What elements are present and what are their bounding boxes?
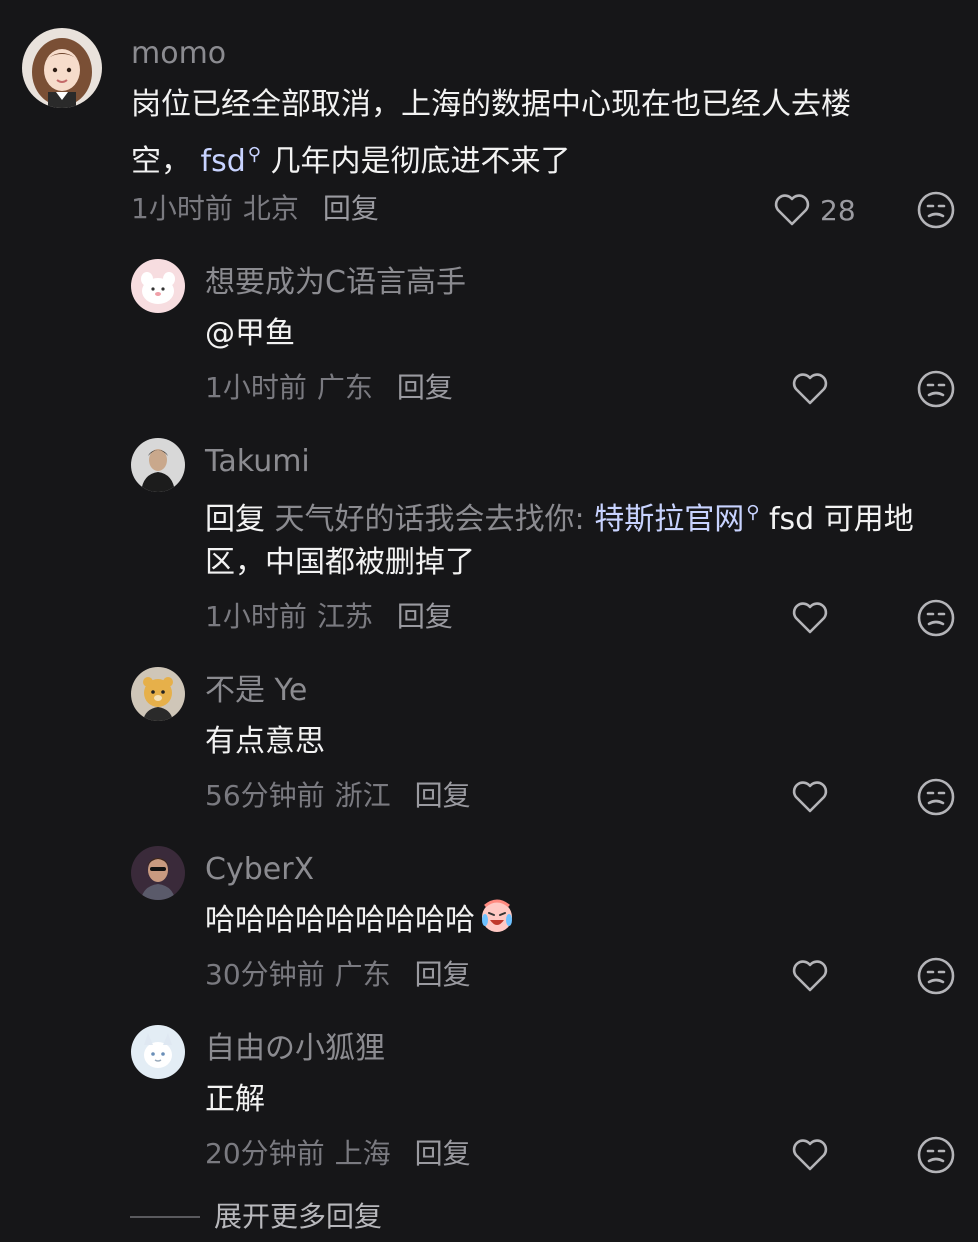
reply-button[interactable]: 回复 <box>415 1137 471 1170</box>
heart-outline-icon <box>792 373 828 405</box>
comment-text-prefix: 空， <box>131 144 191 179</box>
location: 浙江 <box>334 779 391 812</box>
username[interactable]: momo <box>131 34 226 74</box>
timestamp: 1小时前 <box>205 371 307 404</box>
divider-line <box>130 1216 200 1218</box>
fsd-link[interactable]: fsd ⚲ <box>201 144 261 179</box>
timestamp: 30分钟前 <box>205 958 325 991</box>
avatar[interactable] <box>131 667 185 721</box>
neutral-face-icon <box>917 599 955 637</box>
like-count: 28 <box>820 193 856 227</box>
comment-text: 哈哈哈哈哈哈哈哈哈 <box>205 896 517 946</box>
comment-meta: 1小时前 北京 回复 <box>131 189 379 229</box>
avatar[interactable] <box>131 438 185 492</box>
like-button[interactable]: 28 <box>772 190 856 230</box>
comment-text-line2: 区，中国都被删掉了 <box>205 545 475 580</box>
expand-more-replies-label: 展开更多回复 <box>214 1200 383 1233</box>
username[interactable]: 不是 Ye <box>205 671 307 711</box>
emoji-reaction-button[interactable] <box>916 190 956 230</box>
search-icon: ⚲ <box>247 144 261 165</box>
like-button[interactable] <box>790 1135 830 1175</box>
comment-thread: momo 岗位已经全部取消，上海的数据中心现在也已经人去楼 空， fsd ⚲ 几年… <box>0 0 978 1242</box>
emoji-reaction-button[interactable] <box>916 598 956 638</box>
timestamp: 1小时前 <box>205 600 307 633</box>
laughing-crying-emoji-icon <box>477 896 517 936</box>
like-button[interactable] <box>790 598 830 638</box>
comment-meta: 20分钟前 上海 回复 <box>205 1134 471 1174</box>
username[interactable]: CyberX <box>205 850 314 890</box>
location: 北京 <box>242 192 299 225</box>
quoted-username[interactable]: 天气好的话我会去找你: <box>275 502 585 537</box>
comment-meta: 30分钟前 广东 回复 <box>205 955 471 995</box>
location: 广东 <box>316 371 373 404</box>
timestamp: 56分钟前 <box>205 779 325 812</box>
location: 江苏 <box>316 600 373 633</box>
comment-meta: 1小时前 广东 回复 <box>205 368 453 408</box>
comment-meta: 1小时前 江苏 回复 <box>205 597 453 637</box>
fsd-link-label: fsd <box>200 144 246 179</box>
expand-more-replies-button[interactable]: 展开更多回复 <box>130 1197 382 1237</box>
username[interactable]: 想要成为C语言高手 <box>205 263 466 303</box>
heart-outline-icon <box>792 1139 828 1171</box>
emoji-reaction-button[interactable] <box>916 369 956 409</box>
comment-text: 正解 <box>205 1082 265 1117</box>
reply-button[interactable]: 回复 <box>415 779 471 812</box>
comment-text-suffix: fsd 可用地 <box>768 502 914 537</box>
like-button[interactable] <box>790 369 830 409</box>
location: 广东 <box>334 958 391 991</box>
username[interactable]: 自由の小狐狸 <box>205 1029 385 1069</box>
comment-text-line1: 岗位已经全部取消，上海的数据中心现在也已经人去楼 <box>131 87 851 122</box>
emoji-reaction-button[interactable] <box>916 1135 956 1175</box>
comment-text-line2: 空， fsd ⚲ 几年内是彻底进不来了 <box>131 130 571 187</box>
neutral-face-icon <box>917 778 955 816</box>
tesla-site-link[interactable]: 特斯拉官网 ⚲ <box>594 502 759 537</box>
comment-text: @甲鱼 <box>205 316 295 351</box>
heart-outline-icon <box>792 602 828 634</box>
avatar[interactable] <box>131 846 185 900</box>
avatar[interactable] <box>131 1025 185 1079</box>
comment-text-content: 哈哈哈哈哈哈哈哈哈 <box>205 903 475 938</box>
neutral-face-icon <box>917 370 955 408</box>
heart-outline-icon <box>792 960 828 992</box>
like-button[interactable] <box>790 956 830 996</box>
comment-text: 有点意思 <box>205 724 325 759</box>
username[interactable]: Takumi <box>205 442 310 482</box>
search-icon: ⚲ <box>746 502 760 523</box>
reply-button[interactable]: 回复 <box>397 600 453 633</box>
reply-button[interactable]: 回复 <box>323 192 379 225</box>
reply-prefix: 回复 <box>205 502 265 537</box>
neutral-face-icon <box>917 1136 955 1174</box>
timestamp: 1小时前 <box>131 192 233 225</box>
avatar[interactable] <box>131 259 185 313</box>
reply-button[interactable]: 回复 <box>397 371 453 404</box>
timestamp: 20分钟前 <box>205 1137 325 1170</box>
comment-text-suffix: 几年内是彻底进不来了 <box>270 144 571 179</box>
neutral-face-icon <box>917 957 955 995</box>
tesla-site-link-label: 特斯拉官网 <box>594 502 745 537</box>
location: 上海 <box>334 1137 391 1170</box>
heart-outline-icon <box>774 194 810 226</box>
comment-meta: 56分钟前 浙江 回复 <box>205 776 471 816</box>
comment-text-line1: 回复 天气好的话我会去找你: 特斯拉官网 ⚲ fsd 可用地 <box>205 488 914 545</box>
like-button[interactable] <box>790 777 830 817</box>
comment-text: 岗位已经全部取消，上海的数据中心现在也已经人去楼 <box>131 80 851 130</box>
heart-outline-icon <box>792 781 828 813</box>
avatar[interactable] <box>22 28 102 108</box>
emoji-reaction-button[interactable] <box>916 956 956 996</box>
reply-button[interactable]: 回复 <box>415 958 471 991</box>
neutral-face-icon <box>917 191 955 229</box>
emoji-reaction-button[interactable] <box>916 777 956 817</box>
